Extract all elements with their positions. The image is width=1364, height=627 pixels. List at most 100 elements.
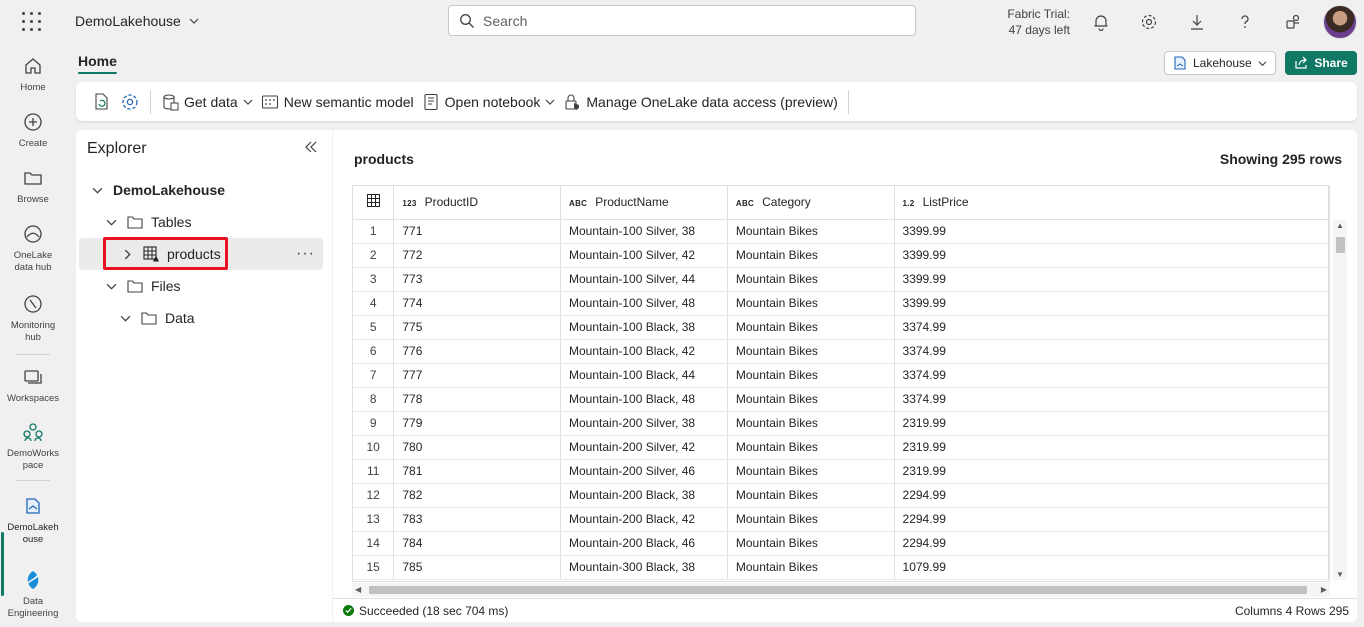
table-cell[interactable]: Mountain-100 Black, 48: [560, 387, 728, 412]
table-cell[interactable]: Mountain-100 Silver, 38: [560, 219, 728, 244]
table-cell[interactable]: 2319.99: [894, 411, 1329, 436]
table-cell[interactable]: Mountain-100 Black, 44: [560, 363, 728, 388]
table-cell[interactable]: Mountain-300 Black, 38: [560, 555, 728, 580]
table-cell[interactable]: 785: [393, 555, 562, 580]
scroll-up-icon[interactable]: ▲: [1336, 221, 1344, 230]
rail-item-browse[interactable]: Browse: [0, 166, 66, 206]
table-cell[interactable]: 2294.99: [894, 507, 1329, 532]
column-header-productid[interactable]: 123 ProductID: [393, 186, 562, 220]
rail-item-demoworkspace[interactable]: DemoWorkspace: [0, 420, 66, 472]
table-row[interactable]: 13 783 Mountain-200 Black, 42 Mountain Bike…: [353, 507, 1329, 532]
manage-access-button[interactable]: Manage OneLake data access (preview): [559, 88, 841, 116]
scroll-thumb[interactable]: [369, 586, 1307, 594]
table-row[interactable]: 12 782 Mountain-200 Black, 38 Mountain Bike…: [353, 483, 1329, 508]
vertical-scrollbar[interactable]: ▲ ▼: [1333, 220, 1347, 580]
table-cell[interactable]: 3399.99: [894, 267, 1329, 292]
table-cell[interactable]: 784: [393, 531, 562, 556]
new-semantic-model-button[interactable]: New semantic model: [257, 88, 418, 116]
get-data-button[interactable]: Get data: [157, 88, 257, 116]
table-cell[interactable]: Mountain-100 Silver, 42: [560, 243, 728, 268]
table-cell[interactable]: 782: [393, 483, 562, 508]
open-notebook-button[interactable]: Open notebook: [418, 88, 560, 116]
table-row[interactable]: 1 771 Mountain-100 Silver, 38 Mountain Bike…: [353, 219, 1329, 244]
table-cell[interactable]: 3374.99: [894, 363, 1329, 388]
tree-item-tables[interactable]: Tables: [79, 206, 323, 238]
rail-item-create[interactable]: Create: [0, 110, 66, 150]
table-cell[interactable]: 3374.99: [894, 387, 1329, 412]
column-header-productname[interactable]: ABC ProductName: [560, 186, 728, 220]
table-cell[interactable]: 3374.99: [894, 339, 1329, 364]
data-grid[interactable]: 123 ProductID ABC ProductName ABC Category …: [352, 185, 1330, 582]
table-cell[interactable]: Mountain Bikes: [727, 339, 895, 364]
table-cell[interactable]: 783: [393, 507, 562, 532]
table-cell[interactable]: 1079.99: [894, 555, 1329, 580]
table-cell[interactable]: 2294.99: [894, 483, 1329, 508]
scroll-thumb[interactable]: [1336, 237, 1345, 253]
table-cell[interactable]: 780: [393, 435, 562, 460]
people-icon[interactable]: [1281, 10, 1305, 34]
table-cell[interactable]: Mountain-200 Silver, 42: [560, 435, 728, 460]
table-row[interactable]: 10 780 Mountain-200 Silver, 42 Mountain Bik…: [353, 435, 1329, 460]
refresh-button[interactable]: [88, 88, 116, 116]
rail-item-workspaces[interactable]: Workspaces: [0, 365, 66, 405]
collapse-pane-icon[interactable]: [304, 140, 318, 157]
table-cell[interactable]: Mountain-100 Black, 42: [560, 339, 728, 364]
scroll-right-icon[interactable]: ▶: [1321, 585, 1327, 594]
rail-item-monitoring[interactable]: Monitoring hub: [0, 292, 66, 344]
table-cell[interactable]: 772: [393, 243, 562, 268]
column-header-category[interactable]: ABC Category: [727, 186, 895, 220]
table-cell[interactable]: Mountain Bikes: [727, 435, 895, 460]
item-switcher[interactable]: DemoLakehouse: [75, 13, 199, 29]
tree-item-lakehouse[interactable]: DemoLakehouse: [79, 174, 323, 206]
table-cell[interactable]: Mountain Bikes: [727, 555, 895, 580]
search-input[interactable]: [483, 12, 883, 29]
table-cell[interactable]: Mountain-200 Black, 38: [560, 483, 728, 508]
table-cell[interactable]: 774: [393, 291, 562, 316]
gear-icon[interactable]: [1137, 10, 1161, 34]
table-row[interactable]: 3 773 Mountain-100 Silver, 44 Mountain Bike…: [353, 267, 1329, 292]
table-cell[interactable]: Mountain Bikes: [727, 483, 895, 508]
view-selector[interactable]: Lakehouse: [1164, 51, 1276, 75]
rail-item-onelake[interactable]: OneLake data hub: [0, 222, 66, 274]
table-cell[interactable]: Mountain Bikes: [727, 387, 895, 412]
table-cell[interactable]: Mountain Bikes: [727, 315, 895, 340]
app-launcher-icon[interactable]: [22, 12, 42, 32]
table-cell[interactable]: Mountain Bikes: [727, 459, 895, 484]
table-cell[interactable]: 2319.99: [894, 459, 1329, 484]
table-cell[interactable]: Mountain Bikes: [727, 507, 895, 532]
table-cell[interactable]: Mountain Bikes: [727, 411, 895, 436]
table-cell[interactable]: Mountain-100 Black, 38: [560, 315, 728, 340]
table-cell[interactable]: Mountain-200 Silver, 46: [560, 459, 728, 484]
select-all-cell[interactable]: [353, 186, 395, 220]
scroll-left-icon[interactable]: ◀: [355, 585, 361, 594]
table-row[interactable]: 9 779 Mountain-200 Silver, 38 Mountain Bike…: [353, 411, 1329, 436]
help-icon[interactable]: [1233, 10, 1257, 34]
table-cell[interactable]: Mountain-200 Silver, 38: [560, 411, 728, 436]
trial-status[interactable]: Fabric Trial: 47 days left: [1000, 6, 1070, 38]
table-row[interactable]: 14 784 Mountain-200 Black, 46 Mountain Bike…: [353, 531, 1329, 556]
table-cell[interactable]: Mountain Bikes: [727, 219, 895, 244]
more-options-icon[interactable]: ···: [296, 245, 315, 263]
table-cell[interactable]: 3399.99: [894, 243, 1329, 268]
tree-item-files[interactable]: Files: [79, 270, 323, 302]
scroll-down-icon[interactable]: ▼: [1336, 570, 1344, 579]
table-cell[interactable]: Mountain Bikes: [727, 363, 895, 388]
table-cell[interactable]: 779: [393, 411, 562, 436]
table-row[interactable]: 4 774 Mountain-100 Silver, 48 Mountain Bike…: [353, 291, 1329, 316]
avatar[interactable]: [1323, 5, 1357, 39]
table-cell[interactable]: 781: [393, 459, 562, 484]
tree-item-data[interactable]: Data: [79, 302, 323, 334]
tab-home[interactable]: Home: [78, 53, 117, 69]
rail-item-demolakehouse[interactable]: DemoLakehouse: [0, 494, 66, 546]
table-cell[interactable]: Mountain Bikes: [727, 267, 895, 292]
bell-icon[interactable]: [1089, 10, 1113, 34]
table-cell[interactable]: Mountain Bikes: [727, 531, 895, 556]
table-cell[interactable]: 777: [393, 363, 562, 388]
column-header-listprice[interactable]: 1.2 ListPrice: [894, 186, 1329, 220]
rail-item-home[interactable]: Home: [0, 54, 66, 94]
download-icon[interactable]: [1185, 10, 1209, 34]
table-row[interactable]: 2 772 Mountain-100 Silver, 42 Mountain Bike…: [353, 243, 1329, 268]
table-cell[interactable]: 3374.99: [894, 315, 1329, 340]
table-cell[interactable]: 3399.99: [894, 219, 1329, 244]
table-cell[interactable]: 2294.99: [894, 531, 1329, 556]
